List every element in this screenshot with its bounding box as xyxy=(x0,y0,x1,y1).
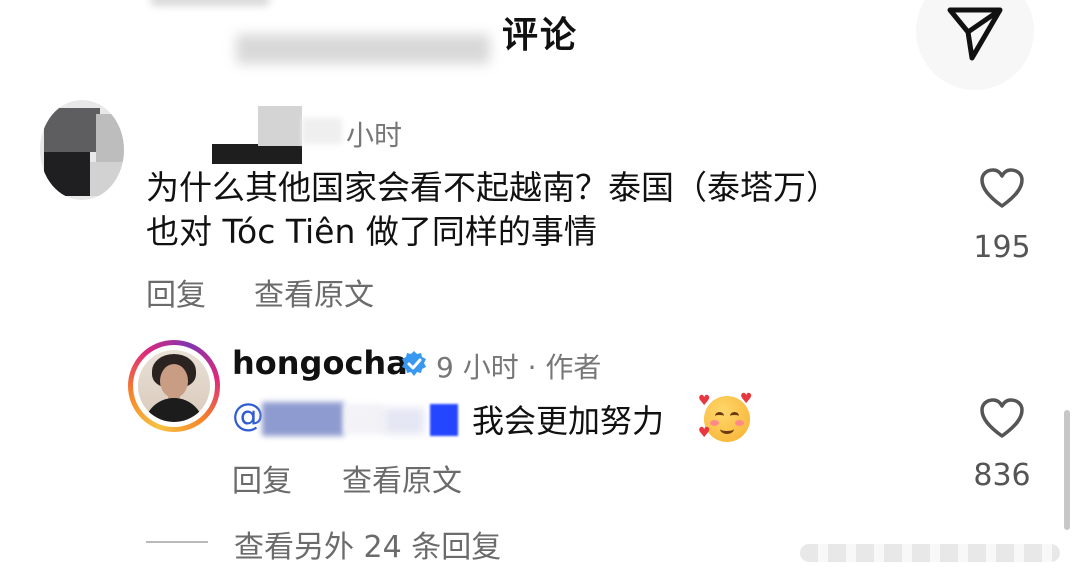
like-count: 195 xyxy=(973,230,1031,265)
comment-text: 为什么其他国家会看不起越南？泰国（泰塔万） 也对 Tóc Tiên 做了同样的事… xyxy=(146,166,946,254)
censored-mention xyxy=(430,404,458,436)
censored-username xyxy=(258,106,302,146)
view-original-button[interactable]: 查看原文 xyxy=(254,270,374,314)
verified-badge-icon xyxy=(402,351,426,376)
view-original-button[interactable]: 查看原文 xyxy=(342,456,462,500)
like-count: 836 xyxy=(973,458,1031,493)
censored-username xyxy=(302,118,342,144)
heart-icon[interactable] xyxy=(978,166,1026,210)
divider xyxy=(146,541,208,543)
censored-mention xyxy=(384,408,424,434)
avatar xyxy=(138,350,210,422)
avatar[interactable] xyxy=(40,100,124,200)
reply-button[interactable]: 回复 xyxy=(146,270,206,314)
comment-timestamp: 9 小时 · 作者 xyxy=(436,351,602,384)
mention-prefix[interactable]: @ xyxy=(232,396,264,434)
scrollbar[interactable] xyxy=(1064,410,1070,530)
censored-mention xyxy=(344,404,384,434)
watermark xyxy=(800,544,1060,562)
username[interactable]: hongocha xyxy=(232,344,408,382)
reply-button[interactable]: 回复 xyxy=(232,456,292,500)
heart-icon[interactable] xyxy=(978,396,1026,440)
comment-text-line: 为什么其他国家会看不起越南？泰国（泰塔万） xyxy=(146,168,839,207)
censored-username xyxy=(212,144,302,164)
story-avatar[interactable] xyxy=(128,340,220,432)
send-icon[interactable] xyxy=(944,2,1006,64)
comment-timestamp: 小时 xyxy=(346,119,403,152)
view-more-replies-button[interactable]: 查看另外 24 条回复 xyxy=(234,522,501,566)
censored-mention xyxy=(262,402,344,436)
smiling-face-with-hearts-icon: ♥ ♥ ♥ xyxy=(698,391,753,442)
comment-text: 我会更加努力 xyxy=(472,402,665,440)
comment-text-line: 也对 Tóc Tiên 做了同样的事情 xyxy=(146,212,597,251)
